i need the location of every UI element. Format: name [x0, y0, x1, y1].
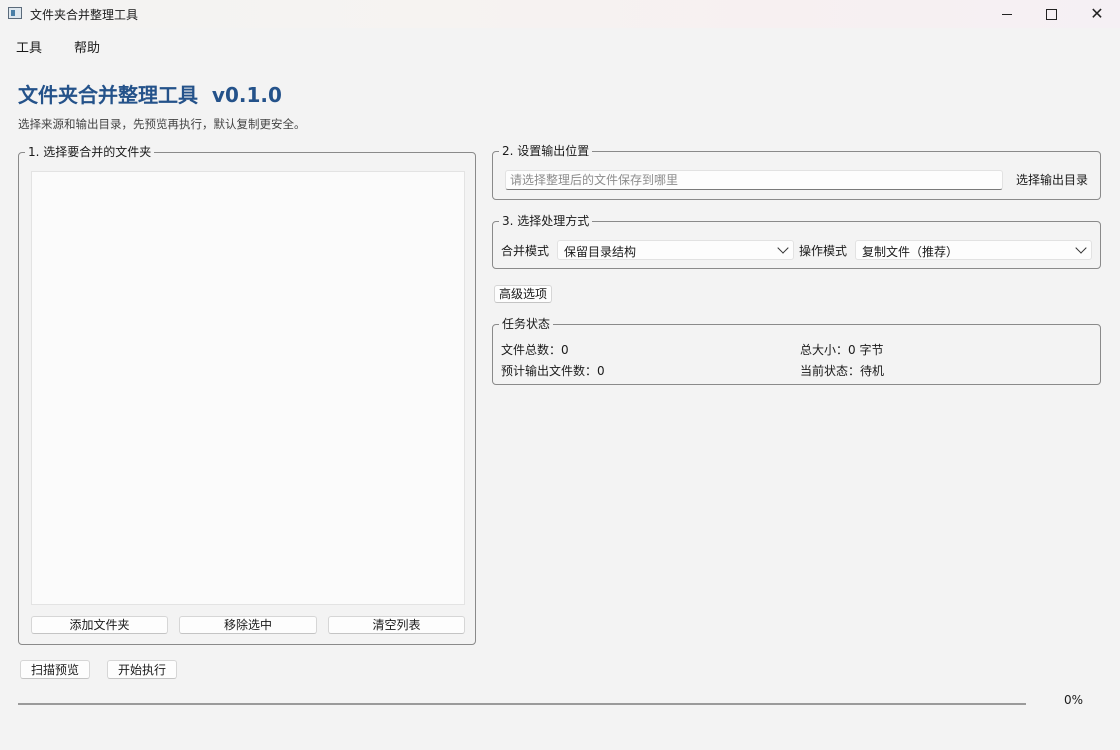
chevron-down-icon	[777, 242, 789, 254]
source-folders-group: 1. 选择要合并的文件夹 添加文件夹 移除选中 清空列表	[18, 144, 476, 645]
menu-help[interactable]: 帮助	[74, 37, 100, 56]
minimize-button[interactable]	[984, 0, 1030, 28]
maximize-icon	[1045, 8, 1057, 20]
task-status-group-title: 任务状态	[499, 316, 554, 332]
chevron-down-icon	[1075, 242, 1087, 254]
scan-preview-button[interactable]: 扫描预览	[20, 660, 90, 679]
output-path-input[interactable]	[505, 170, 1003, 190]
expected-output-stat: 预计输出文件数：0	[501, 364, 605, 378]
add-folder-button[interactable]: 添加文件夹	[31, 616, 168, 634]
task-status-group: 任务状态 文件总数：0 总大小：0 字节 预计输出文件数：0 当前状态：待机	[492, 316, 1101, 385]
total-files-stat: 文件总数：0	[501, 343, 569, 357]
progress-percent: 0%	[1064, 693, 1084, 707]
progress-bar	[18, 703, 1026, 705]
menu-tools[interactable]: 工具	[16, 37, 42, 56]
start-execute-button[interactable]: 开始执行	[107, 660, 177, 679]
processing-mode-group: 3. 选择处理方式 合并模式 保留目录结构 操作模式 复制文件（推荐）	[492, 213, 1101, 269]
advanced-options-button[interactable]: 高级选项	[494, 285, 552, 303]
app-window-icon	[8, 7, 22, 19]
minimize-icon	[1002, 13, 1012, 15]
window-title: 文件夹合并整理工具	[30, 8, 139, 22]
operation-mode-select[interactable]: 复制文件（推荐）	[855, 240, 1092, 260]
merge-mode-value: 保留目录结构	[564, 245, 637, 259]
remove-selected-button[interactable]: 移除选中	[179, 616, 317, 634]
output-location-group-title: 2. 设置输出位置	[499, 143, 593, 159]
title-bar: 文件夹合并整理工具 ✕	[0, 0, 1120, 28]
processing-mode-group-title: 3. 选择处理方式	[499, 213, 593, 229]
output-location-group: 2. 设置输出位置 选择输出目录	[492, 143, 1101, 200]
merge-mode-select[interactable]: 保留目录结构	[557, 240, 794, 260]
folder-list[interactable]	[31, 171, 465, 605]
source-folders-group-title: 1. 选择要合并的文件夹	[25, 144, 155, 160]
close-button[interactable]: ✕	[1074, 0, 1120, 28]
page-title: 文件夹合并整理工具 v0.1.0	[18, 83, 282, 107]
operation-mode-value: 复制文件（推荐）	[862, 245, 959, 259]
current-state-stat: 当前状态：待机	[800, 364, 885, 378]
merge-mode-label: 合并模式	[501, 244, 550, 258]
close-icon: ✕	[1090, 4, 1104, 23]
total-size-stat: 总大小：0 字节	[800, 343, 884, 357]
menu-bar: 工具 帮助	[0, 34, 1120, 56]
choose-output-dir-button[interactable]: 选择输出目录	[1012, 170, 1092, 190]
page-subtitle: 选择来源和输出目录，先预览再执行，默认复制更安全。	[18, 117, 306, 131]
operation-mode-label: 操作模式	[799, 244, 848, 258]
maximize-button[interactable]	[1028, 0, 1074, 28]
clear-list-button[interactable]: 清空列表	[328, 616, 465, 634]
